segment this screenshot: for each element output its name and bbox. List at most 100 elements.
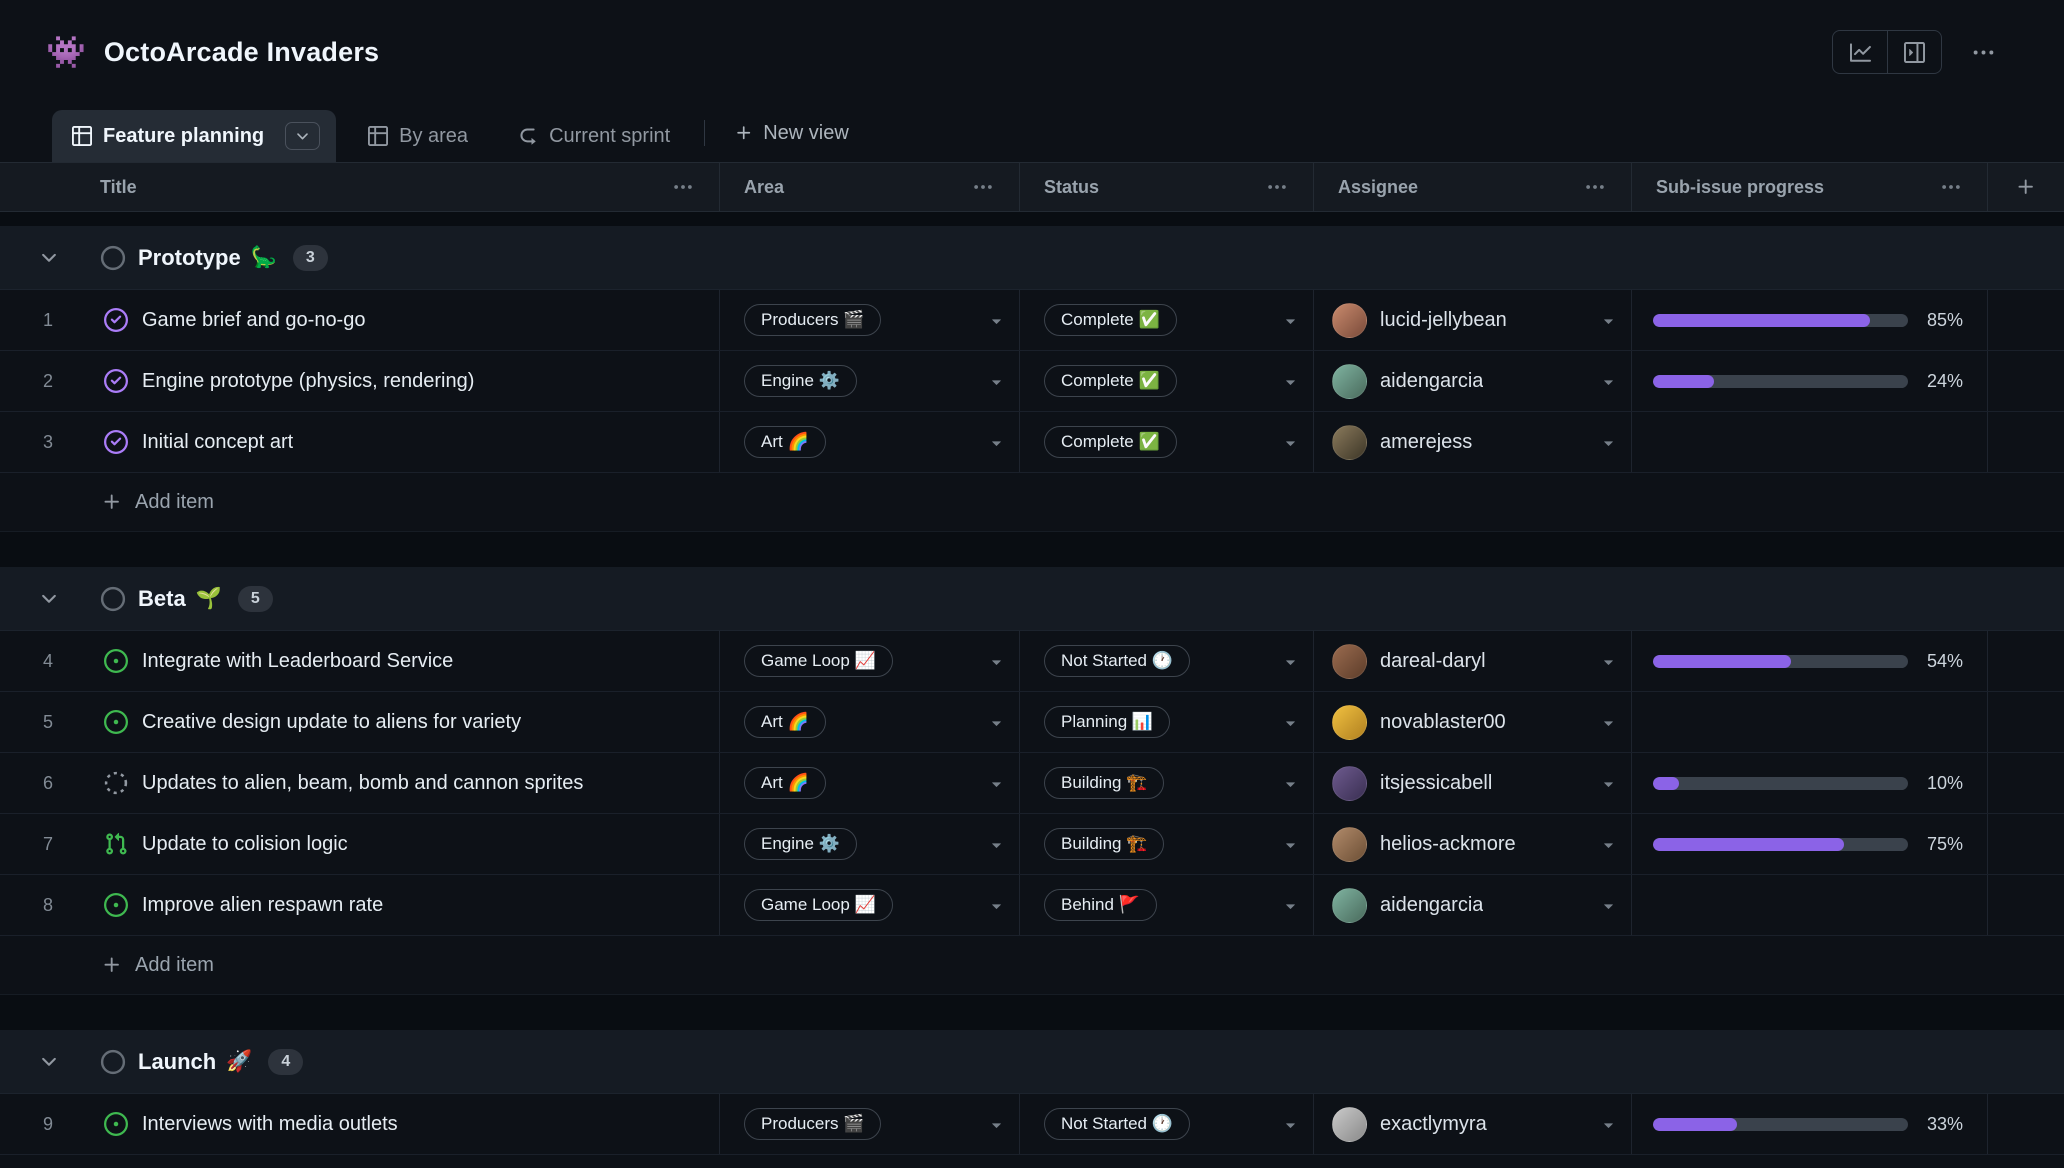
issue-title[interactable]: Initial concept art [142, 431, 293, 454]
assignee-cell[interactable]: itsjessicabell [1314, 753, 1632, 813]
side-panel-button[interactable] [1887, 31, 1941, 73]
column-header-status[interactable]: Status [1020, 163, 1314, 211]
issue-title[interactable]: Engine prototype (physics, rendering) [142, 370, 474, 393]
area-cell[interactable]: Art 🌈 [720, 412, 1020, 472]
area-pill[interactable]: Art 🌈 [744, 426, 826, 458]
group-rows: 4 Integrate with Leaderboard Service Gam… [0, 631, 2064, 936]
area-pill[interactable]: Engine ⚙️ [744, 828, 857, 860]
status-pill[interactable]: Complete ✅ [1044, 304, 1177, 336]
status-pill[interactable]: Not Started 🕐 [1044, 1108, 1190, 1140]
title-cell[interactable]: 1 Game brief and go-no-go [0, 290, 720, 350]
add-column-button[interactable] [1988, 163, 2064, 211]
project-menu-button[interactable] [1958, 31, 2008, 73]
collapse-group-button[interactable] [38, 247, 64, 269]
tab-current-sprint[interactable]: Current sprint [500, 110, 688, 162]
table-row[interactable]: 7 Update to colision logic Engine ⚙️ Bui… [0, 814, 2064, 875]
status-cell[interactable]: Complete ✅ [1020, 412, 1314, 472]
issue-title[interactable]: Update to colision logic [142, 833, 348, 856]
add-item-button[interactable]: Add item [0, 473, 2064, 531]
status-cell[interactable]: Building 🏗️ [1020, 753, 1314, 813]
table-row[interactable]: 3 Initial concept art Art 🌈 Complete ✅ a… [0, 412, 2064, 473]
issue-title[interactable]: Improve alien respawn rate [142, 894, 383, 917]
column-menu-button[interactable] [1267, 177, 1287, 197]
issue-title[interactable]: Integrate with Leaderboard Service [142, 650, 453, 673]
tab-feature-planning[interactable]: Feature planning [52, 110, 336, 162]
area-cell[interactable]: Engine ⚙️ [720, 814, 1020, 874]
title-cell[interactable]: 9 Interviews with media outlets [0, 1094, 720, 1154]
issue-title[interactable]: Interviews with media outlets [142, 1113, 398, 1136]
area-pill[interactable]: Game Loop 📈 [744, 645, 893, 677]
status-pill[interactable]: Complete ✅ [1044, 365, 1177, 397]
table-row[interactable]: 9 Interviews with media outlets Producer… [0, 1094, 2064, 1155]
collapse-group-button[interactable] [38, 588, 64, 610]
status-pill[interactable]: Behind 🚩 [1044, 889, 1157, 921]
status-cell[interactable]: Building 🏗️ [1020, 814, 1314, 874]
column-header-progress[interactable]: Sub-issue progress [1632, 163, 1988, 211]
table-row[interactable]: 6 Updates to alien, beam, bomb and canno… [0, 753, 2064, 814]
column-header-assignee[interactable]: Assignee [1314, 163, 1632, 211]
table-row[interactable]: 5 Creative design update to aliens for v… [0, 692, 2064, 753]
column-header-title[interactable]: Title [0, 163, 720, 211]
title-cell[interactable]: 8 Improve alien respawn rate [0, 875, 720, 935]
table-row[interactable]: 8 Improve alien respawn rate Game Loop 📈… [0, 875, 2064, 936]
status-cell[interactable]: Planning 📊 [1020, 692, 1314, 752]
view-options-button[interactable] [285, 122, 320, 150]
area-pill[interactable]: Engine ⚙️ [744, 365, 857, 397]
new-view-button[interactable]: New view [721, 122, 863, 145]
table-row[interactable]: 1 Game brief and go-no-go Producers 🎬 Co… [0, 290, 2064, 351]
add-item-button[interactable]: Add item [0, 1155, 2064, 1168]
status-cell[interactable]: Not Started 🕐 [1020, 631, 1314, 691]
assignee-cell[interactable]: dareal-daryl [1314, 631, 1632, 691]
title-cell[interactable]: 5 Creative design update to aliens for v… [0, 692, 720, 752]
status-cell[interactable]: Behind 🚩 [1020, 875, 1314, 935]
title-cell[interactable]: 2 Engine prototype (physics, rendering) [0, 351, 720, 411]
area-cell[interactable]: Engine ⚙️ [720, 351, 1020, 411]
assignee-cell[interactable]: exactlymyra [1314, 1094, 1632, 1154]
status-pill[interactable]: Complete ✅ [1044, 426, 1177, 458]
add-item-button[interactable]: Add item [0, 936, 2064, 994]
column-menu-button[interactable] [1585, 177, 1605, 197]
area-pill[interactable]: Producers 🎬 [744, 1108, 881, 1140]
status-pill[interactable]: Not Started 🕐 [1044, 645, 1190, 677]
area-cell[interactable]: Game Loop 📈 [720, 631, 1020, 691]
title-cell[interactable]: 6 Updates to alien, beam, bomb and canno… [0, 753, 720, 813]
area-pill[interactable]: Producers 🎬 [744, 304, 881, 336]
column-header-area[interactable]: Area [720, 163, 1020, 211]
title-cell[interactable]: 4 Integrate with Leaderboard Service [0, 631, 720, 691]
area-cell[interactable]: Producers 🎬 [720, 290, 1020, 350]
assignee-cell[interactable]: aidengarcia [1314, 875, 1632, 935]
tab-by-area[interactable]: By area [350, 110, 486, 162]
issue-title[interactable]: Game brief and go-no-go [142, 309, 365, 332]
status-pill[interactable]: Building 🏗️ [1044, 767, 1164, 799]
area-pill[interactable]: Game Loop 📈 [744, 889, 893, 921]
assignee-cell[interactable]: helios-ackmore [1314, 814, 1632, 874]
group-state-icon [100, 1049, 126, 1075]
status-pill[interactable]: Building 🏗️ [1044, 828, 1164, 860]
area-cell[interactable]: Game Loop 📈 [720, 875, 1020, 935]
title-cell[interactable]: 3 Initial concept art [0, 412, 720, 472]
status-pill[interactable]: Planning 📊 [1044, 706, 1170, 738]
status-cell[interactable]: Complete ✅ [1020, 290, 1314, 350]
column-menu-button[interactable] [973, 177, 993, 197]
assignee-cell[interactable]: novablaster00 [1314, 692, 1632, 752]
area-cell[interactable]: Producers 🎬 [720, 1094, 1020, 1154]
area-cell[interactable]: Art 🌈 [720, 753, 1020, 813]
collapse-group-button[interactable] [38, 1051, 64, 1073]
table-row[interactable]: 4 Integrate with Leaderboard Service Gam… [0, 631, 2064, 692]
table-row[interactable]: 2 Engine prototype (physics, rendering) … [0, 351, 2064, 412]
insights-button[interactable] [1833, 31, 1887, 73]
status-cell[interactable]: Complete ✅ [1020, 351, 1314, 411]
column-menu-button[interactable] [673, 177, 693, 197]
area-pill[interactable]: Art 🌈 [744, 767, 826, 799]
assignee-cell[interactable]: lucid-jellybean [1314, 290, 1632, 350]
title-cell[interactable]: 7 Update to colision logic [0, 814, 720, 874]
status-cell[interactable]: Not Started 🕐 [1020, 1094, 1314, 1154]
assignee-cell[interactable]: aidengarcia [1314, 351, 1632, 411]
issue-title[interactable]: Updates to alien, beam, bomb and cannon … [142, 772, 583, 795]
area-cell[interactable]: Art 🌈 [720, 692, 1020, 752]
area-pill[interactable]: Art 🌈 [744, 706, 826, 738]
group-section: Launch 🚀 4 9 Interviews with media outle… [0, 1030, 2064, 1168]
column-menu-button[interactable] [1941, 177, 1961, 197]
issue-title[interactable]: Creative design update to aliens for var… [142, 711, 521, 734]
assignee-cell[interactable]: amerejess [1314, 412, 1632, 472]
